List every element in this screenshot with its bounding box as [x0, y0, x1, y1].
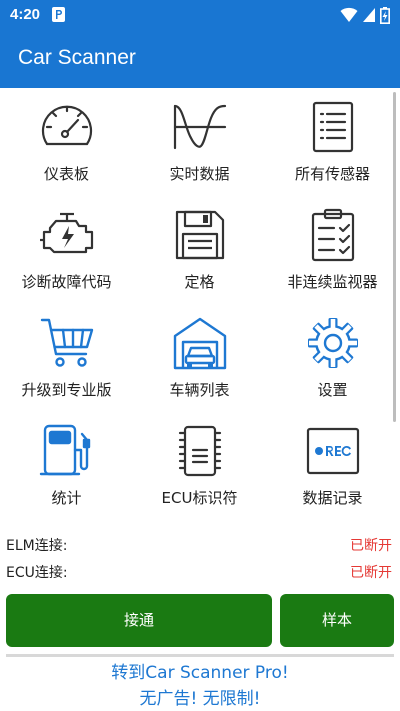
floppy-disk-icon [175, 210, 225, 260]
menu-item-freeze-frame[interactable]: 定格 [133, 196, 266, 304]
menu-item-label: 非连续监视器 [287, 273, 378, 291]
signal-icon [363, 8, 375, 22]
menu-item-label: 实时数据 [169, 165, 230, 183]
elm-connection-row: ELM连接: 已断开 [0, 532, 400, 556]
wifi-icon [340, 7, 358, 22]
menu-item-label: 诊断故障代码 [21, 273, 112, 291]
fuel-pump-icon [39, 424, 91, 476]
divider [6, 654, 394, 657]
sine-wave-icon [173, 104, 227, 150]
elm-connection-status: 已断开 [350, 538, 392, 554]
menu-item-data-logging[interactable]: 数据记录 [266, 412, 399, 520]
battery-charging-icon [380, 6, 390, 24]
menu-item-live-data[interactable]: 实时数据 [133, 88, 266, 196]
menu-item-label: 定格 [184, 273, 215, 291]
app-bar: Car Scanner [0, 30, 400, 88]
menu-item-label: 所有传感器 [294, 165, 370, 183]
engine-icon [40, 212, 94, 254]
menu-item-all-sensors[interactable]: 所有传感器 [266, 88, 399, 196]
rec-icon [306, 427, 360, 475]
menu-grid: 仪表板 实时数据 所有传感器 诊断故障代码 定格 非连续监视器 升级到专业版 车… [0, 88, 400, 520]
menu-item-dtc[interactable]: 诊断故障代码 [0, 196, 133, 304]
menu-item-upgrade[interactable]: 升级到专业版 [0, 304, 133, 412]
menu-item-monitors[interactable]: 非连续监视器 [266, 196, 399, 304]
gauge-icon [41, 105, 93, 146]
gear-icon [308, 318, 358, 368]
status-bar: 4:20 [0, 0, 400, 30]
notification-p-icon [52, 7, 65, 22]
menu-item-label: ECU标识符 [161, 489, 238, 507]
menu-item-ecu-ids[interactable]: ECU标识符 [133, 412, 266, 520]
menu-item-label: 升级到专业版 [21, 381, 112, 399]
ecu-connection-status: 已断开 [350, 565, 392, 581]
menu-item-label: 仪表板 [43, 165, 89, 183]
ecu-connection-label: ECU连接: [6, 565, 68, 581]
promo-line-2[interactable]: 无广告! 无限制! [0, 684, 400, 709]
chip-icon [178, 425, 222, 477]
elm-connection-label: ELM连接: [6, 538, 68, 554]
menu-item-label: 数据记录 [302, 489, 363, 507]
menu-item-label: 车辆列表 [169, 381, 230, 399]
menu-item-dashboard[interactable]: 仪表板 [0, 88, 133, 196]
clipboard-check-icon [311, 208, 355, 262]
menu-item-label: 设置 [317, 381, 348, 399]
promo-line-1[interactable]: 转到Car Scanner Pro! [0, 658, 400, 683]
connect-button[interactable]: 接通 [6, 594, 272, 647]
menu-item-settings[interactable]: 设置 [266, 304, 399, 412]
shopping-cart-icon [40, 318, 94, 367]
list-icon [312, 101, 354, 153]
ecu-connection-row: ECU连接: 已断开 [0, 559, 400, 583]
garage-car-icon [173, 317, 227, 370]
app-title: Car Scanner [18, 46, 136, 69]
scrollbar[interactable] [393, 92, 396, 422]
menu-item-vehicles[interactable]: 车辆列表 [133, 304, 266, 412]
demo-button[interactable]: 样本 [280, 594, 394, 647]
menu-item-statistics[interactable]: 统计 [0, 412, 133, 520]
status-time: 4:20 [10, 6, 41, 23]
menu-item-label: 统计 [51, 489, 82, 507]
